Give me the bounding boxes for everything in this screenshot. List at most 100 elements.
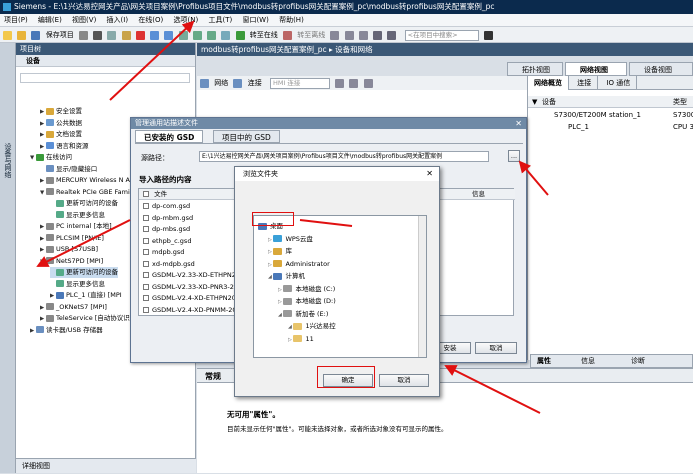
select-all-checkbox[interactable] [143,191,149,197]
tree-item[interactable]: ▶ PC internal [本地] [40,221,112,232]
menu-edit[interactable]: 编辑(E) [34,14,66,27]
split-editor-icon[interactable] [373,30,383,40]
tab-device-view[interactable]: 设备视图 [629,62,693,76]
menu-view[interactable]: 视图(V) [68,14,100,27]
undo-icon[interactable] [150,30,160,40]
search-go-icon[interactable] [483,30,493,40]
open-project-icon[interactable] [17,30,27,40]
file-column-header[interactable]: 文件 [154,190,167,198]
tree-item[interactable]: ▶ TeleService [自动协议识 [40,313,130,324]
tab-io-communication[interactable]: IO 通信 [600,76,638,90]
tree-item[interactable]: 更新可访问的设备 [50,267,118,278]
tree-filter-box[interactable] [20,73,190,83]
go-offline-icon[interactable] [282,30,292,40]
file-checkbox[interactable] [143,306,149,313]
tab-general[interactable]: 常规 [205,371,221,382]
tree-item[interactable]: ▶ MERCURY Wireless N Ad [40,175,134,186]
cut-icon[interactable] [93,30,103,40]
upload-icon[interactable] [207,30,217,40]
cancel-button[interactable]: 取消 [475,342,517,354]
menu-window[interactable]: 窗口(W) [238,14,272,27]
folder-item[interactable]: ◢ 新加卷 (E:) [278,308,328,320]
file-checkbox[interactable] [143,237,149,244]
compile-icon[interactable] [178,30,188,40]
tree-item[interactable]: ▶ 语言和资源 [40,141,89,152]
save-icon[interactable] [31,30,41,40]
menu-help[interactable]: 帮助(H) [275,14,308,27]
split-editor-h-icon[interactable] [387,30,397,40]
tree-item[interactable]: ▼ Realtek PCIe GBE Family [40,187,135,198]
folder-item[interactable]: ◢ 计算机 [268,270,305,282]
menu-tools[interactable]: 工具(T) [204,14,236,27]
folder-item[interactable]: ▷ 库 [268,245,292,257]
accessible-devices-icon[interactable] [330,30,340,40]
delete-icon[interactable] [135,30,145,40]
device-column-header[interactable]: 设备 [542,96,556,108]
tree-item[interactable]: 显示更多信息 [50,210,105,221]
menu-insert[interactable]: 插入(I) [103,14,133,27]
table-row[interactable]: PLC_1 CPU 3 [528,122,693,133]
tree-item[interactable]: ▶ 安全设置 [40,106,82,117]
folder-item[interactable]: ▷ 本地磁盘 (C:) [278,283,335,295]
tree-item[interactable]: ▶ 公共数据 [40,118,82,129]
tree-item[interactable]: ▶ PLC_1 (直接) [MPI [50,290,122,301]
close-icon[interactable]: ✕ [515,119,522,128]
start-cpu-icon[interactable] [344,30,354,40]
file-checkbox[interactable] [143,295,149,301]
project-search-input[interactable]: <在项目中搜索> [404,29,479,41]
tree-item[interactable]: ▶ USB [S7USB] [40,244,98,255]
tree-item[interactable]: ▶ _OKNetS7 [MPI] [40,302,107,313]
file-checkbox[interactable] [143,272,149,278]
details-view-header[interactable]: 详细视图 [16,458,196,473]
info-column-header[interactable]: 信息 [472,189,485,200]
tree-item[interactable]: 显示/隐藏接口 [40,164,97,175]
stop-cpu-icon[interactable] [358,30,368,40]
paste-icon[interactable] [121,30,131,40]
folder-cancel-button[interactable]: 取消 [379,374,429,387]
tree-item[interactable]: ▼ NetS7PD [MPI] [40,256,103,267]
save-project-button[interactable]: 保存项目 [46,30,74,41]
network-mode-icon[interactable] [200,78,209,88]
tab-properties[interactable]: 属性 [537,355,551,367]
tab-connections[interactable]: 连接 [571,76,599,90]
connections-button[interactable]: 连接 [248,78,262,89]
go-online-button[interactable]: 转至在线 [250,30,278,41]
tab-network-view[interactable]: 网络视图 [565,62,627,76]
print-icon[interactable] [78,30,88,40]
tree-item[interactable]: ▶ 文档设置 [40,129,82,140]
zoom-in-icon[interactable] [363,78,373,88]
network-button[interactable]: 网络 [214,78,228,89]
menu-project[interactable]: 项目(P) [0,14,32,27]
tab-project-gsd[interactable]: 项目中的 GSD [213,130,280,143]
file-checkbox[interactable] [143,249,149,255]
tree-item[interactable]: ▶ PLCSIM [PN/IE] [40,233,104,244]
folder-item[interactable]: ▷ WPS云盘 [268,233,313,245]
type-column-header[interactable]: 类型 [673,96,687,108]
hmi-connection-select[interactable]: HMI 连接 [269,77,330,89]
tab-diagnostics[interactable]: 诊断 [631,355,645,367]
file-checkbox[interactable] [143,203,149,209]
folder-item[interactable]: ▷ Administrator [268,258,330,270]
close-icon[interactable]: ✕ [426,169,433,178]
folder-item[interactable]: ◢ 1兴达易控 [288,320,336,332]
devices-header[interactable]: 设备 [16,55,195,67]
tab-network-overview[interactable]: 网络概览 [528,76,569,90]
table-row[interactable]: S7300/ET200M station_1 S7300 [528,110,693,121]
redo-icon[interactable] [164,30,174,40]
download-icon[interactable] [192,30,202,40]
folder-scrollbar[interactable] [418,216,426,357]
go-online-icon[interactable] [235,30,245,40]
source-path-input[interactable]: E:\1兴达易控网关产品\网关项目案例\Profibus项目文件\modbus转… [199,151,489,162]
devices-networks-vertical-tab[interactable]: 设备与网络 [3,143,13,178]
simulate-icon[interactable] [221,30,231,40]
connections-icon[interactable] [233,78,243,88]
file-checkbox[interactable] [143,226,149,232]
grid-icon[interactable] [349,78,359,88]
tab-topology-view[interactable]: 拓扑视图 [507,62,563,76]
file-checkbox[interactable] [143,214,149,221]
file-checkbox[interactable] [143,283,149,290]
go-offline-button[interactable]: 转至离线 [297,30,325,41]
tab-info[interactable]: 信息 [581,355,595,367]
tree-item[interactable]: ▼ 在线访问 [30,152,72,163]
menu-options[interactable]: 选项(N) [170,14,203,27]
